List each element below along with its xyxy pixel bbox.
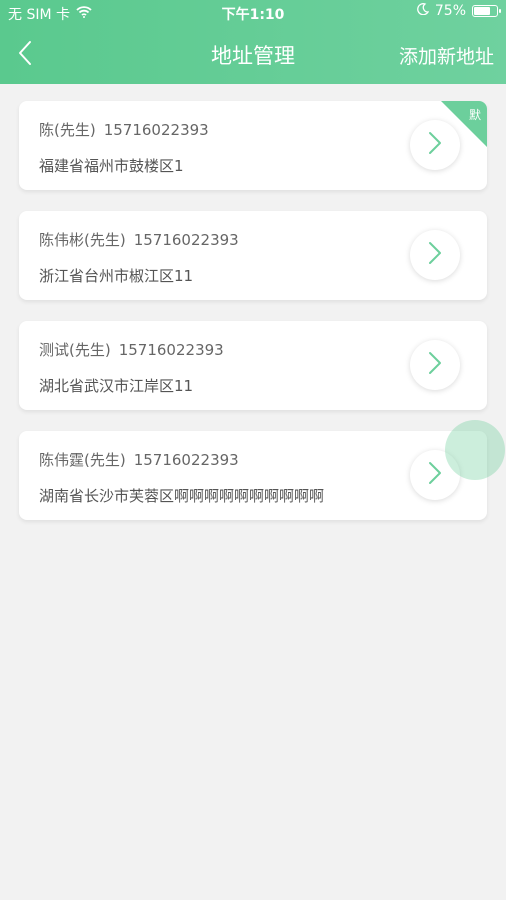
- chevron-right-icon: [428, 351, 442, 379]
- battery-fill: [474, 7, 490, 15]
- battery-percent: 75%: [434, 3, 466, 19]
- contact-phone: 15716022393: [118, 341, 224, 359]
- contact-line: 测试(先生) 15716022393: [39, 339, 224, 360]
- default-badge-label: 默: [468, 108, 481, 122]
- address-card[interactable]: 测试(先生) 15716022393 湖北省武汉市江岸区11: [19, 321, 487, 410]
- nav-bar: 地址管理 添加新地址: [0, 26, 506, 84]
- address-list: 陈(先生) 15716022393 福建省福州市鼓楼区1 默 陈伟彬(先生) 157…: [19, 101, 487, 541]
- contact-line: 陈伟霆(先生) 15716022393: [39, 449, 239, 470]
- touch-indicator: [445, 420, 505, 480]
- header: 无 SIM 卡 下午1:10 75% 地址管理 添加新地址: [0, 0, 506, 84]
- address-text: 湖南省长沙市芙蓉区啊啊啊啊啊啊啊啊啊啊: [39, 487, 325, 505]
- default-badge: 默: [441, 101, 487, 147]
- contact-phone: 15716022393: [133, 231, 239, 249]
- contact-name: 陈伟霆(先生): [39, 451, 126, 469]
- moon-icon: [417, 3, 430, 19]
- contact-name: 陈伟彬(先生): [39, 231, 126, 249]
- address-text: 浙江省台州市椒江区11: [39, 267, 194, 285]
- address-text: 福建省福州市鼓楼区1: [39, 157, 184, 175]
- edit-address-button[interactable]: [410, 230, 460, 280]
- address-card[interactable]: 陈(先生) 15716022393 福建省福州市鼓楼区1 默: [19, 101, 487, 190]
- status-right: 75%: [417, 3, 501, 19]
- contact-name: 测试(先生): [39, 341, 111, 359]
- address-card[interactable]: 陈伟霆(先生) 15716022393 湖南省长沙市芙蓉区啊啊啊啊啊啊啊啊啊啊: [19, 431, 487, 520]
- contact-name: 陈(先生): [39, 121, 96, 139]
- address-text: 湖北省武汉市江岸区11: [39, 377, 194, 395]
- contact-line: 陈(先生) 15716022393: [39, 119, 209, 140]
- edit-address-button[interactable]: [410, 340, 460, 390]
- add-address-button[interactable]: 添加新地址: [399, 42, 494, 69]
- battery-icon: [472, 5, 501, 17]
- battery-cap: [499, 9, 501, 13]
- contact-line: 陈伟彬(先生) 15716022393: [39, 229, 239, 250]
- contact-phone: 15716022393: [133, 451, 239, 469]
- contact-phone: 15716022393: [103, 121, 209, 139]
- status-bar: 无 SIM 卡 下午1:10 75%: [0, 0, 506, 26]
- chevron-right-icon: [428, 131, 442, 159]
- chevron-right-icon: [428, 241, 442, 269]
- chevron-right-icon: [428, 461, 442, 489]
- address-card[interactable]: 陈伟彬(先生) 15716022393 浙江省台州市椒江区11: [19, 211, 487, 300]
